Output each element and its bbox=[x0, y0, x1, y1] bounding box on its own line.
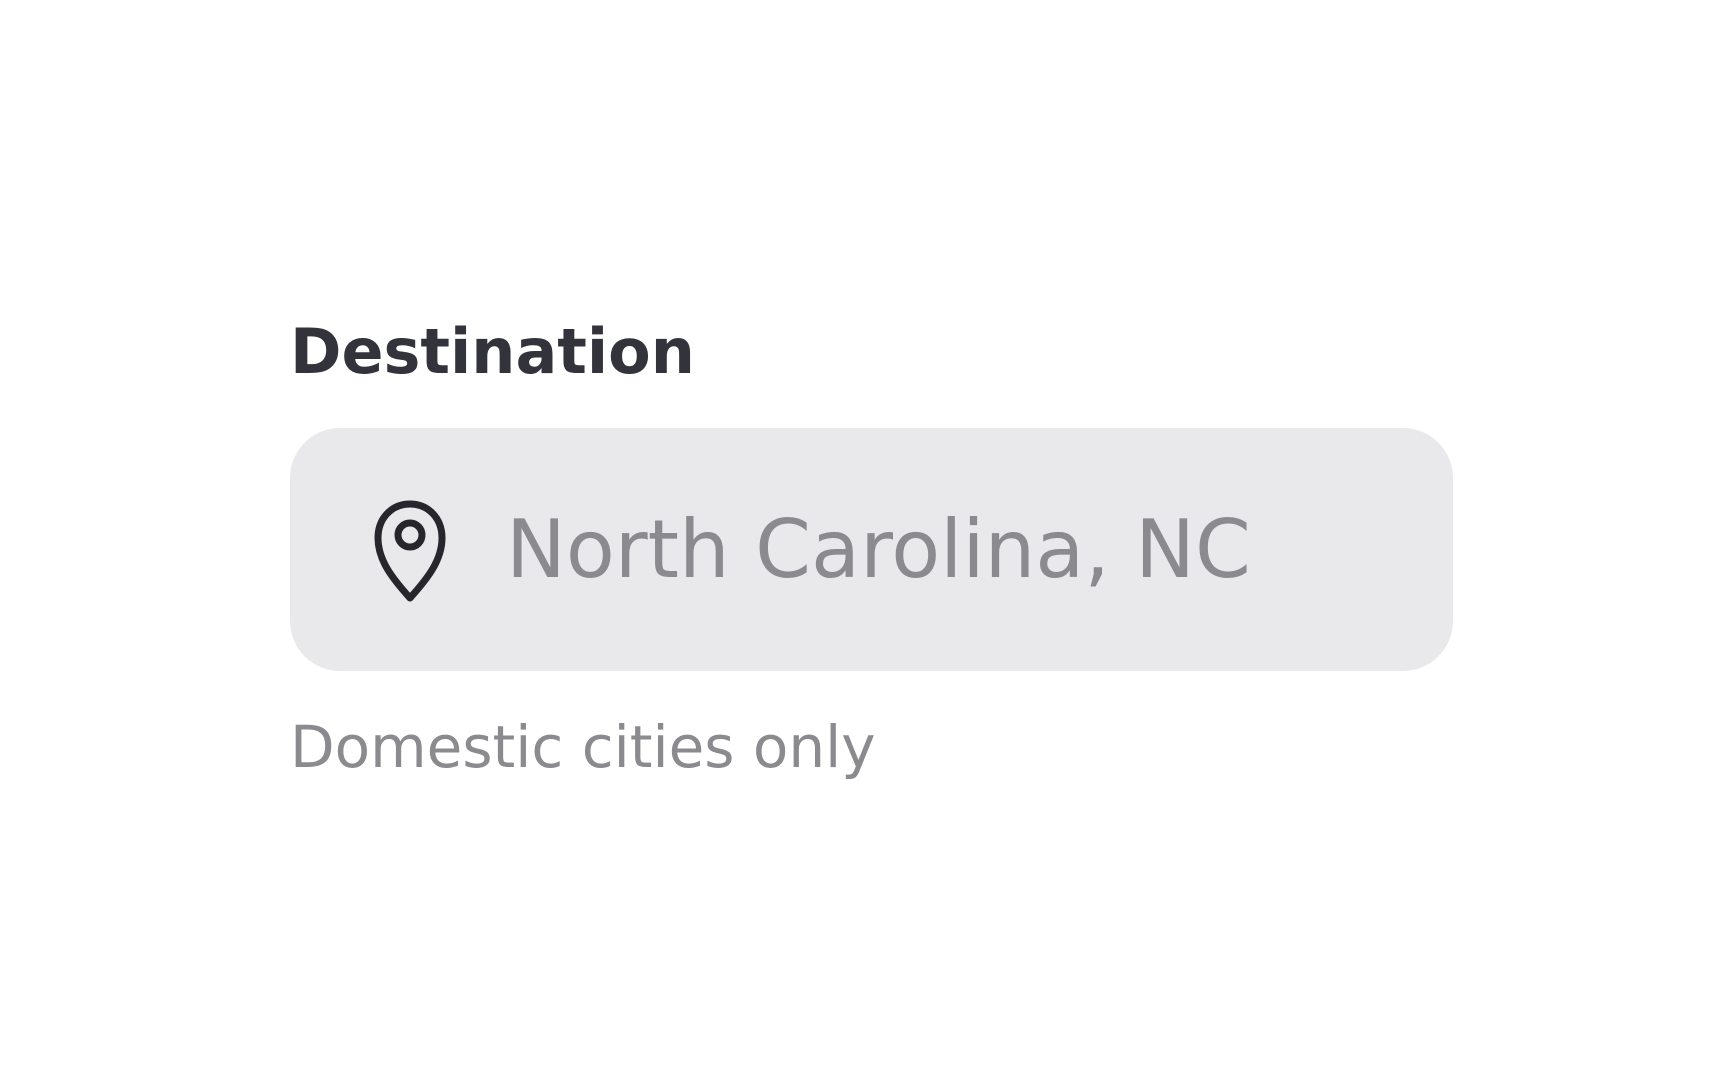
destination-field: Destination North Carolina, NC Domestic … bbox=[290, 310, 1453, 783]
helper-text: Domestic cities only bbox=[290, 713, 876, 781]
field-label: Destination bbox=[290, 315, 695, 388]
map-pin-icon bbox=[372, 498, 448, 602]
destination-input-value[interactable]: North Carolina, NC bbox=[506, 503, 1386, 596]
destination-input[interactable]: North Carolina, NC bbox=[290, 428, 1453, 671]
